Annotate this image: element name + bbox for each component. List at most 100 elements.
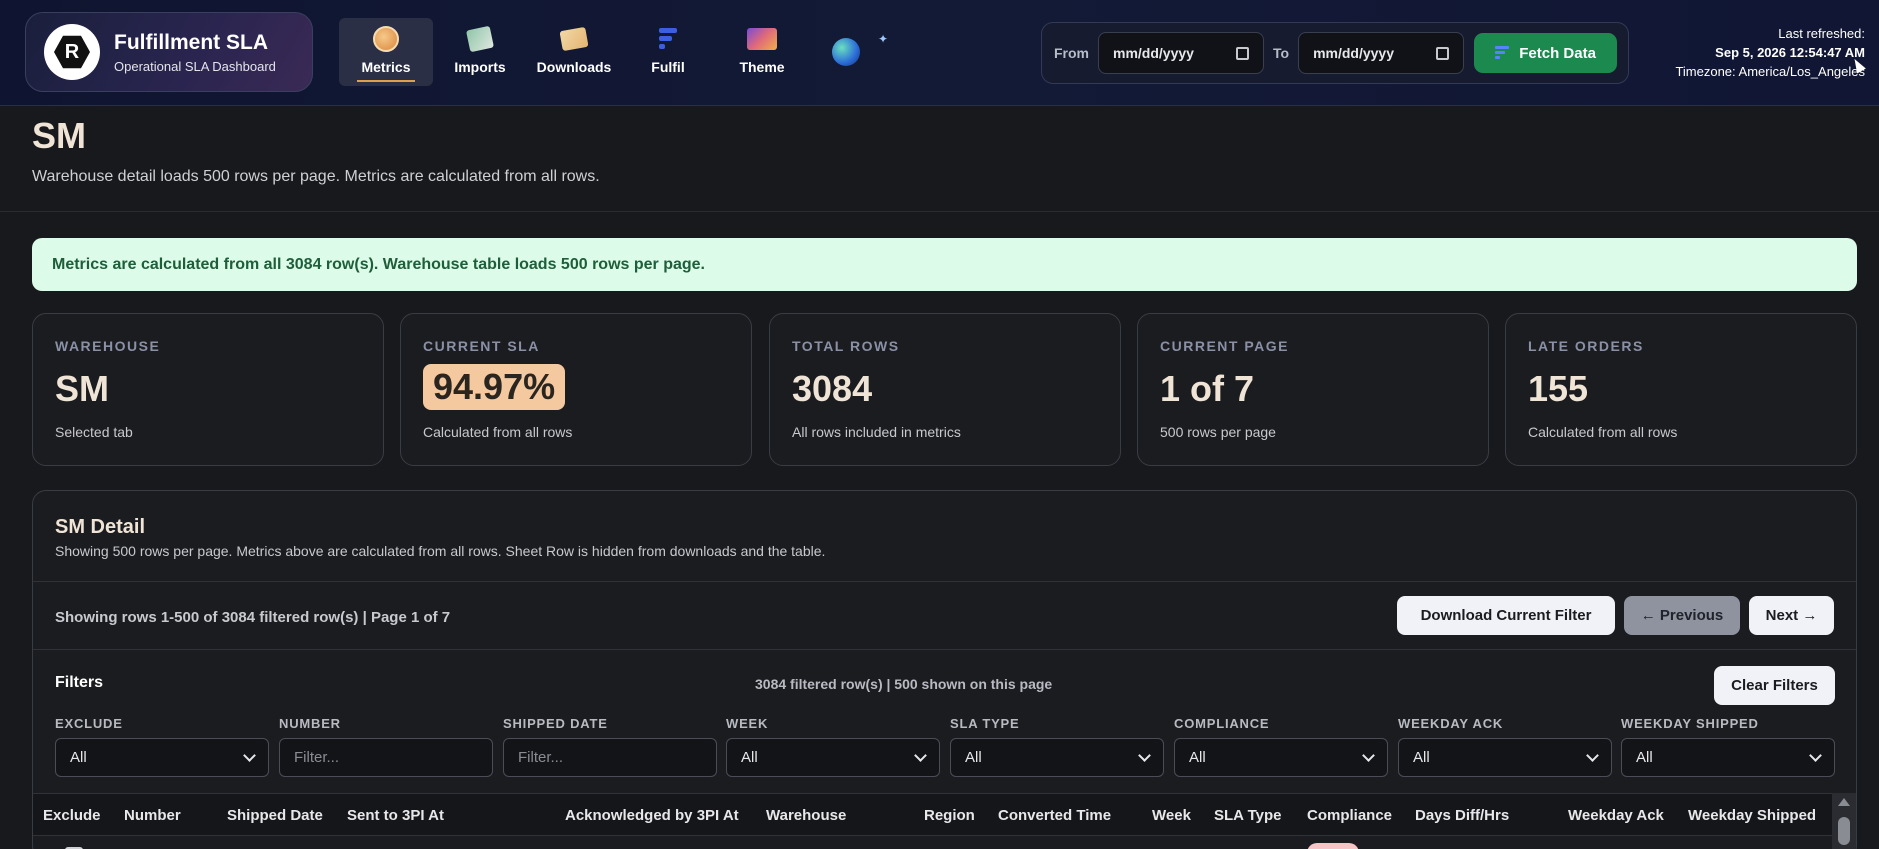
chevron-down-icon [914, 749, 927, 762]
card-value: 3084 [792, 368, 873, 409]
card-label: CURRENT PAGE [1160, 338, 1289, 354]
to-date-input[interactable]: mm/dd/yyyy [1298, 32, 1465, 74]
card-foot: All rows included in metrics [792, 424, 961, 440]
nav-label: Downloads [536, 59, 612, 75]
sla-type-select[interactable]: All [950, 738, 1164, 777]
scroll-up-icon[interactable] [1838, 798, 1850, 806]
detail-panel: SM Detail Showing 500 rows per page. Met… [32, 490, 1857, 849]
column-header[interactable]: Converted Time [998, 807, 1111, 824]
weekday-ack-select[interactable]: All [1398, 738, 1612, 777]
previous-page-button[interactable]: ← Previous [1624, 596, 1740, 635]
timezone-text: Timezone: America/Los_Angeles [1675, 64, 1865, 79]
chevron-down-icon [1362, 749, 1375, 762]
fetch-data-button[interactable]: Fetch Data [1474, 33, 1618, 73]
chevron-down-icon [1809, 749, 1822, 762]
calendar-icon[interactable] [1436, 46, 1450, 60]
info-notice: Metrics are calculated from all 3084 row… [32, 238, 1857, 291]
divider [33, 581, 1856, 582]
select-value: All [1636, 749, 1653, 766]
compliance-select[interactable]: All [1174, 738, 1388, 777]
detail-subtitle: Showing 500 rows per page. Metrics above… [55, 543, 826, 559]
nav-downloads[interactable]: Downloads [527, 18, 621, 86]
shipped-date-filter-input[interactable]: Filter... [503, 738, 717, 777]
globe-icon[interactable] [832, 38, 860, 66]
pagination-summary: Showing rows 1-500 of 3084 filtered row(… [55, 609, 451, 626]
clear-filters-button[interactable]: Clear Filters [1714, 666, 1835, 705]
column-header[interactable]: Weekday Ack [1568, 807, 1664, 824]
download-current-filter-button[interactable]: Download Current Filter [1397, 596, 1615, 635]
column-header[interactable]: Acknowledged by 3PI At [565, 807, 739, 824]
filter-label-weekday-shipped: WEEKDAY SHIPPED [1621, 716, 1759, 731]
card-label: WAREHOUSE [55, 338, 161, 354]
compliance-badge [1307, 843, 1359, 849]
filters-count: 3084 filtered row(s) | 500 shown on this… [755, 676, 1053, 692]
card-foot: Selected tab [55, 424, 133, 440]
nav-imports[interactable]: Imports [433, 18, 527, 86]
table-scrollbar[interactable] [1832, 793, 1856, 849]
input-placeholder: Filter... [294, 749, 340, 766]
chevron-down-icon [243, 749, 256, 762]
filter-label-shipped-date: SHIPPED DATE [503, 716, 608, 731]
column-header[interactable]: Exclude [43, 807, 101, 824]
column-header[interactable]: Shipped Date [227, 807, 323, 824]
brand-logo-letter: R [54, 35, 90, 69]
page-subtitle: Warehouse detail loads 500 rows per page… [32, 168, 600, 185]
card-value: 1 of 7 [1160, 368, 1255, 409]
metric-card-warehouse: WAREHOUSE SM Selected tab [32, 313, 384, 466]
select-value: All [741, 749, 758, 766]
column-header[interactable]: Sent to 3PI At [347, 807, 444, 824]
column-header[interactable]: SLA Type [1214, 807, 1282, 824]
metric-card-current-sla: CURRENT SLA 94.97% Calculated from all r… [400, 313, 752, 466]
column-header[interactable]: Region [924, 807, 975, 824]
fetch-data-label: Fetch Data [1519, 44, 1596, 62]
column-header[interactable]: Week [1152, 807, 1191, 824]
select-value: All [1413, 749, 1430, 766]
nav-label: Imports [454, 59, 506, 75]
select-value: All [1189, 749, 1206, 766]
table-header: Exclude Number Shipped Date Sent to 3PI … [33, 793, 1832, 836]
next-page-button[interactable]: Next → [1749, 596, 1834, 635]
metric-card-total-rows: TOTAL ROWS 3084 All rows included in met… [769, 313, 1121, 466]
card-label: TOTAL ROWS [792, 338, 900, 354]
number-filter-input[interactable]: Filter... [279, 738, 493, 777]
theme-icon [747, 25, 777, 53]
column-header[interactable]: Days Diff/Hrs [1415, 807, 1509, 824]
refresh-time: Sep 5, 2026 12:54:47 AM [1715, 45, 1865, 60]
column-header[interactable]: Warehouse [766, 807, 846, 824]
column-header[interactable]: Number [124, 807, 181, 824]
nav-fulfil[interactable]: Fulfil [621, 18, 715, 86]
fulfil-logo-icon [653, 25, 683, 53]
filter-label-exclude: EXCLUDE [55, 716, 123, 731]
sla-value-badge: 94.97% [423, 364, 566, 410]
scrollbar-thumb[interactable] [1838, 817, 1850, 845]
column-header[interactable]: Compliance [1307, 807, 1392, 824]
filter-label-week: WEEK [726, 716, 769, 731]
nav-label: Theme [739, 59, 785, 75]
from-date-value: mm/dd/yyyy [1113, 45, 1194, 61]
nav-label: Metrics [361, 59, 411, 75]
weekday-shipped-select[interactable]: All [1621, 738, 1835, 777]
calendar-icon[interactable] [1236, 46, 1249, 60]
divider [33, 649, 1856, 650]
select-value: All [70, 749, 87, 766]
filter-label-number: NUMBER [279, 716, 341, 731]
week-select[interactable]: All [726, 738, 940, 777]
from-label: From [1054, 45, 1089, 61]
filters-title: Filters [55, 674, 104, 691]
filter-label-compliance: COMPLIANCE [1174, 716, 1270, 731]
date-range-panel: From mm/dd/yyyy To mm/dd/yyyy Fetch Data [1041, 22, 1629, 84]
top-bar: R Fulfillment SLA Operational SLA Dashbo… [0, 0, 1879, 106]
nav-metrics[interactable]: Metrics [339, 18, 433, 86]
metrics-coin-icon [371, 25, 401, 53]
brand-block[interactable]: R Fulfillment SLA Operational SLA Dashbo… [25, 12, 313, 92]
column-header[interactable]: Weekday Shipped [1688, 807, 1816, 824]
chevron-down-icon [1138, 749, 1151, 762]
refresh-label: Last refreshed: [1778, 26, 1865, 41]
exclude-select[interactable]: All [55, 738, 269, 777]
fulfil-logo-icon [1495, 46, 1510, 60]
nav-label: Fulfil [651, 59, 685, 75]
nav-theme[interactable]: Theme [715, 18, 809, 86]
card-foot: Calculated from all rows [1528, 424, 1678, 440]
from-date-input[interactable]: mm/dd/yyyy [1098, 32, 1264, 74]
card-foot: 500 rows per page [1160, 424, 1276, 440]
